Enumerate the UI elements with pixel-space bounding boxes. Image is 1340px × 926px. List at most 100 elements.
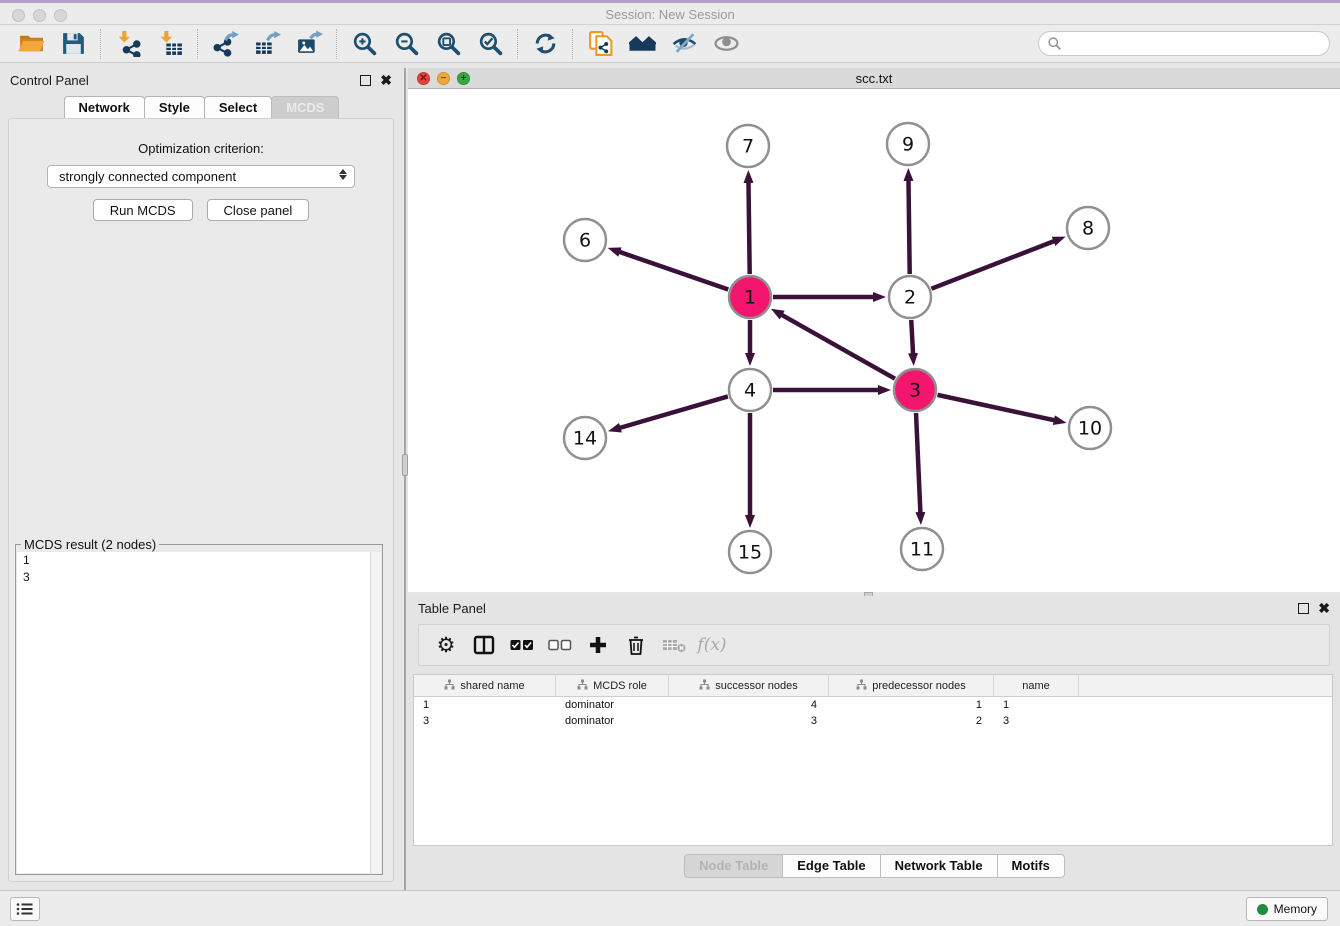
select-all-columns-icon[interactable] bbox=[503, 627, 541, 663]
float-table-panel-icon[interactable] bbox=[1298, 603, 1309, 614]
graph-edge-3-1[interactable] bbox=[780, 314, 894, 379]
tab-node-table[interactable]: Node Table bbox=[684, 854, 783, 878]
table-cell[interactable]: 3 bbox=[414, 713, 556, 729]
graph-edge-2-9[interactable] bbox=[908, 179, 909, 274]
network-canvas[interactable]: 1 2 3 4 6 7 8 9 10 11 14 15 bbox=[408, 89, 1340, 592]
criterion-dropdown-value: strongly connected component bbox=[59, 169, 236, 184]
hide-selected-icon[interactable] bbox=[663, 27, 705, 61]
control-panel-header: Control Panel ✖ bbox=[0, 68, 402, 92]
close-table-panel-icon[interactable]: ✖ bbox=[1318, 603, 1330, 614]
zoom-out-icon[interactable] bbox=[385, 27, 427, 61]
column-header-name[interactable]: name bbox=[994, 675, 1079, 696]
table-row[interactable]: 1dominator411 bbox=[414, 697, 1332, 713]
result-line: 1 bbox=[17, 552, 381, 569]
table-cell[interactable]: 4 bbox=[669, 697, 829, 713]
main-titlebar: Session: New Session bbox=[0, 0, 1340, 25]
table-cell[interactable]: 2 bbox=[829, 713, 994, 729]
memory-status-icon bbox=[1257, 904, 1268, 915]
show-all-icon[interactable] bbox=[705, 27, 747, 61]
graph-node-7[interactable]: 7 bbox=[727, 125, 769, 167]
task-history-button[interactable] bbox=[10, 897, 40, 921]
float-panel-icon[interactable] bbox=[360, 75, 371, 86]
tab-mcds[interactable]: MCDS bbox=[271, 96, 339, 119]
table-body: 1dominator4113dominator323 bbox=[414, 697, 1332, 729]
column-header-successor-nodes[interactable]: successor nodes bbox=[669, 675, 829, 696]
table-cell[interactable]: 1 bbox=[414, 697, 556, 713]
control-panel-title: Control Panel bbox=[10, 73, 89, 88]
criterion-dropdown[interactable]: strongly connected component bbox=[47, 165, 355, 188]
import-network-icon[interactable] bbox=[107, 27, 149, 61]
save-session-icon[interactable] bbox=[52, 27, 94, 61]
tab-network-table[interactable]: Network Table bbox=[880, 854, 998, 878]
column-header-label: MCDS role bbox=[593, 680, 647, 692]
graph-node-3[interactable]: 3 bbox=[894, 369, 936, 411]
graph-edge-2-8[interactable] bbox=[931, 241, 1055, 289]
clone-network-icon[interactable] bbox=[579, 27, 621, 61]
graph-node-label: 11 bbox=[910, 539, 934, 561]
graph-node-8[interactable]: 8 bbox=[1067, 207, 1109, 249]
graph-node-9[interactable]: 9 bbox=[887, 123, 929, 165]
close-panel-icon[interactable]: ✖ bbox=[380, 75, 392, 86]
table-cell[interactable]: dominator bbox=[556, 713, 669, 729]
table-row[interactable]: 3dominator323 bbox=[414, 713, 1332, 729]
graph-node-14[interactable]: 14 bbox=[564, 417, 606, 459]
graph-node-6[interactable]: 6 bbox=[564, 219, 606, 261]
graph-edge-1-7[interactable] bbox=[748, 181, 749, 274]
toolbar-separator bbox=[100, 29, 101, 59]
optimization-criterion-label: Optimization criterion: bbox=[9, 141, 393, 156]
column-header-MCDS-role[interactable]: MCDS role bbox=[556, 675, 669, 696]
graph-edge-3-10[interactable] bbox=[937, 395, 1055, 421]
graph-edge-2-3[interactable] bbox=[911, 320, 913, 355]
network-graph[interactable]: 1 2 3 4 6 7 8 9 10 11 14 15 bbox=[408, 89, 1340, 592]
delete-column-icon[interactable] bbox=[617, 627, 655, 663]
table-cell[interactable]: 3 bbox=[669, 713, 829, 729]
tab-select[interactable]: Select bbox=[204, 96, 272, 119]
graph-node-1[interactable]: 1 bbox=[729, 276, 771, 318]
graph-edge-4-14[interactable] bbox=[619, 396, 728, 428]
column-header-label: successor nodes bbox=[715, 680, 798, 692]
zoom-fit-icon[interactable] bbox=[427, 27, 469, 61]
graph-node-10[interactable]: 10 bbox=[1069, 407, 1111, 449]
control-panel-tabs: Network Style Select MCDS bbox=[0, 96, 402, 119]
dropdown-stepper-icon bbox=[339, 169, 347, 180]
export-network-icon[interactable] bbox=[204, 27, 246, 61]
column-view-icon[interactable] bbox=[465, 627, 503, 663]
unselect-all-columns-icon[interactable] bbox=[541, 627, 579, 663]
export-image-icon[interactable] bbox=[288, 27, 330, 61]
graph-node-4[interactable]: 4 bbox=[729, 369, 771, 411]
memory-button[interactable]: Memory bbox=[1246, 897, 1328, 921]
table-cell[interactable]: 3 bbox=[994, 713, 1079, 729]
refresh-view-icon[interactable] bbox=[524, 27, 566, 61]
create-column-icon[interactable] bbox=[579, 627, 617, 663]
column-header-filler bbox=[1079, 675, 1332, 696]
zoom-in-icon[interactable] bbox=[343, 27, 385, 61]
tab-edge-table[interactable]: Edge Table bbox=[782, 854, 880, 878]
tab-style[interactable]: Style bbox=[144, 96, 205, 119]
open-session-icon[interactable] bbox=[10, 27, 52, 61]
run-mcds-button[interactable]: Run MCDS bbox=[93, 199, 193, 221]
table-panel-header: Table Panel ✖ bbox=[408, 596, 1340, 620]
zoom-selected-icon[interactable] bbox=[469, 27, 511, 61]
table-options-gear-icon[interactable]: ⚙ bbox=[427, 627, 465, 663]
tab-network[interactable]: Network bbox=[64, 96, 145, 119]
mcds-result-list[interactable]: 13 bbox=[17, 552, 381, 873]
graph-node-2[interactable]: 2 bbox=[889, 276, 931, 318]
graph-edge-1-6[interactable] bbox=[618, 251, 728, 289]
column-header-predecessor-nodes[interactable]: predecessor nodes bbox=[829, 675, 994, 696]
column-header-shared-name[interactable]: shared name bbox=[414, 675, 556, 696]
graph-node-11[interactable]: 11 bbox=[901, 528, 943, 570]
graph-node-label: 15 bbox=[738, 542, 762, 564]
graph-node-15[interactable]: 15 bbox=[729, 531, 771, 573]
graph-edge-3-11[interactable] bbox=[916, 413, 920, 514]
close-panel-button[interactable]: Close panel bbox=[207, 199, 310, 221]
network-analyzer-icon[interactable] bbox=[621, 27, 663, 61]
export-table-icon[interactable] bbox=[246, 27, 288, 61]
result-scrollbar[interactable] bbox=[370, 552, 381, 873]
table-cell[interactable]: 1 bbox=[994, 697, 1079, 713]
import-table-icon[interactable] bbox=[149, 27, 191, 61]
table-cell[interactable]: dominator bbox=[556, 697, 669, 713]
table-cell[interactable]: 1 bbox=[829, 697, 994, 713]
tab-motifs[interactable]: Motifs bbox=[997, 854, 1065, 878]
search-input[interactable] bbox=[1067, 36, 1321, 51]
application-window: Session: New Session bbox=[0, 0, 1340, 926]
